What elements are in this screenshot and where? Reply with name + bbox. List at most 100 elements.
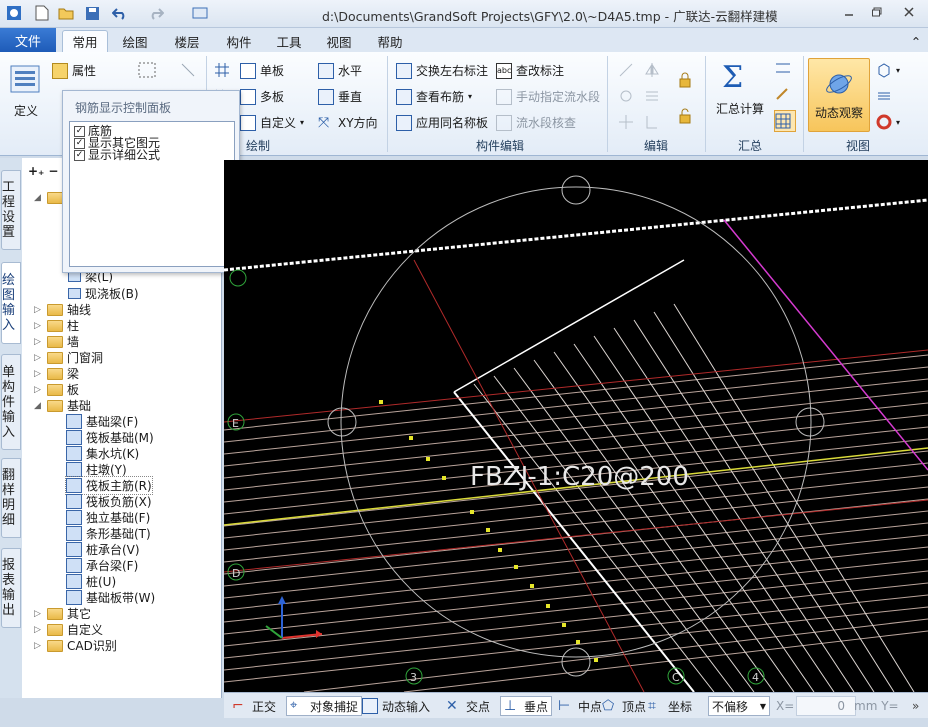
ribbon-expand-icon[interactable]: ⌃ bbox=[906, 30, 926, 52]
tree-root-folder[interactable]: ◢ bbox=[34, 192, 63, 204]
tree-item-foundation-beam[interactable]: 基础梁(F) bbox=[66, 413, 138, 430]
tree-folder-column[interactable]: ▷ 柱 bbox=[34, 317, 79, 334]
sigma-icon[interactable]: Σ bbox=[722, 60, 743, 95]
midpoint-button[interactable]: ⊢ 中点 bbox=[558, 696, 602, 716]
tab-component[interactable]: 构件 bbox=[218, 30, 260, 52]
checkbox-icon[interactable]: ✓ bbox=[74, 149, 85, 161]
grid-hash-icon[interactable] bbox=[214, 62, 230, 78]
tab-tools[interactable]: 工具 bbox=[268, 30, 310, 52]
tab-drawing-input[interactable]: 绘图输入 bbox=[1, 262, 21, 344]
tree-folder-foundation[interactable]: ◢ 基础 bbox=[34, 397, 91, 414]
manual-flow-button[interactable]: 手动指定流水段 bbox=[496, 88, 600, 105]
perpendicular-button[interactable]: ⊥ 垂点 bbox=[500, 696, 553, 716]
dynamic-input-button[interactable]: 动态输入 bbox=[362, 696, 430, 716]
minimize-icon[interactable] bbox=[838, 4, 860, 20]
tree-item-raft-main-rebar[interactable]: 筏板主筋(R) bbox=[65, 476, 153, 495]
custom-button[interactable]: 自定义 ▾ bbox=[240, 114, 304, 131]
tree-item-column-pier[interactable]: 柱墩(Y) bbox=[66, 461, 127, 478]
edit-tool-icon[interactable] bbox=[618, 62, 634, 78]
close-icon[interactable] bbox=[898, 4, 920, 20]
tree-item-raft-negative-rebar[interactable]: 筏板负筋(X) bbox=[66, 493, 152, 510]
apply-same-name-button[interactable]: 应用同名称板 bbox=[396, 114, 488, 131]
unlock-icon[interactable] bbox=[678, 108, 692, 124]
multi-slab-button[interactable]: 多板 bbox=[240, 88, 284, 105]
vertex-button[interactable]: ⬠ 顶点 bbox=[602, 696, 646, 716]
offset-select[interactable]: 不偏移 ▼ bbox=[708, 696, 770, 716]
select-icon[interactable] bbox=[138, 62, 156, 78]
color-wheel-icon[interactable]: ▾ bbox=[876, 114, 900, 130]
tree-folder-custom[interactable]: ▷ 自定义 bbox=[34, 621, 103, 638]
single-slab-button[interactable]: 单板 bbox=[240, 62, 284, 79]
tree-folder-door-window[interactable]: ▷ 门窗洞 bbox=[34, 349, 103, 366]
tab-view[interactable]: 视图 bbox=[318, 30, 360, 52]
define-button[interactable]: 定义 bbox=[14, 102, 38, 119]
redo-icon[interactable] bbox=[146, 4, 166, 22]
tree-toolbar[interactable]: +₊ − bbox=[28, 164, 58, 178]
tree-folder-axis[interactable]: ▷ 轴线 bbox=[34, 301, 91, 318]
tree-item-cap-beam[interactable]: 承台梁(F) bbox=[66, 557, 138, 574]
tree-item-strip-foundation[interactable]: 条形基础(T) bbox=[66, 525, 151, 542]
summary-calc-button[interactable]: 汇总计算 bbox=[716, 100, 764, 117]
option-show-formula[interactable]: ✓ 显示详细公式 bbox=[74, 149, 160, 161]
align-icon[interactable] bbox=[644, 88, 660, 104]
define-icon[interactable] bbox=[10, 64, 42, 94]
tab-floor[interactable]: 楼层 bbox=[166, 30, 208, 52]
tree-item-raft-foundation[interactable]: 筏板基础(M) bbox=[66, 429, 154, 446]
tree-folder-wall[interactable]: ▷ 墙 bbox=[34, 333, 79, 350]
restore-icon[interactable] bbox=[866, 4, 888, 20]
tree-folder-beam[interactable]: ▷ 梁 bbox=[34, 365, 79, 382]
x-input[interactable]: 0 bbox=[796, 696, 856, 716]
drawing-canvas[interactable]: FBZJ-1:C20@200 E D 3 4 C bbox=[224, 160, 928, 692]
orbit-handle-left[interactable] bbox=[327, 407, 357, 437]
ortho-button[interactable]: ⌐ 正交 bbox=[232, 696, 276, 716]
remove-icon[interactable]: − bbox=[48, 164, 58, 178]
tab-common[interactable]: 常用 bbox=[62, 30, 108, 52]
checkbox-icon[interactable]: ✓ bbox=[74, 137, 85, 149]
calc-formula-icon[interactable] bbox=[774, 60, 792, 76]
add-icon[interactable]: +₊ bbox=[28, 164, 44, 178]
arrow-icon[interactable] bbox=[180, 62, 196, 78]
new-file-icon[interactable] bbox=[32, 4, 52, 22]
open-folder-icon[interactable] bbox=[56, 4, 76, 22]
attribute-button[interactable]: 属性 bbox=[52, 62, 96, 79]
checkbox-icon[interactable]: ✓ bbox=[74, 125, 85, 137]
vertical-button[interactable]: 垂直 bbox=[318, 88, 362, 105]
xy-direction-button[interactable]: ⤧ XY方向 bbox=[318, 114, 378, 131]
tab-draw[interactable]: 绘图 bbox=[114, 30, 156, 52]
coordinate-button[interactable]: ⌗ 坐标 bbox=[648, 696, 692, 716]
tree-item-cast-slab[interactable]: 现浇板(B) bbox=[68, 285, 139, 302]
lock-icon[interactable] bbox=[678, 72, 692, 88]
tab-help[interactable]: 帮助 bbox=[369, 30, 411, 52]
tab-report-output[interactable]: 报表输出 bbox=[1, 548, 21, 628]
dynamic-view-button[interactable]: 动态观察 bbox=[808, 58, 870, 132]
tab-single-component-input[interactable]: 单构件输入 bbox=[1, 354, 21, 450]
orbit-handle-right[interactable] bbox=[795, 407, 825, 437]
tree-folder-cad[interactable]: ▷ CAD识别 bbox=[34, 637, 117, 654]
snap-button[interactable]: ⌖ 对象捕捉 bbox=[286, 696, 363, 716]
file-tab[interactable]: 文件 bbox=[0, 28, 56, 52]
extend-icon[interactable] bbox=[644, 114, 660, 130]
tree-item-sump[interactable]: 集水坑(K) bbox=[66, 445, 139, 462]
swap-lr-label-button[interactable]: 交换左右标注 bbox=[396, 62, 488, 79]
tree-item-pile[interactable]: 桩(U) bbox=[66, 573, 116, 590]
orbit-handle-top[interactable] bbox=[561, 175, 591, 205]
switch-icon[interactable] bbox=[190, 4, 210, 22]
layers-icon[interactable] bbox=[876, 88, 892, 104]
move-icon[interactable] bbox=[618, 114, 634, 130]
tree-item-isolated-foundation[interactable]: 独立基础(F) bbox=[66, 509, 150, 526]
tab-project-settings[interactable]: 工程设置 bbox=[1, 170, 21, 250]
tree-item-foundation-strip[interactable]: 基础板带(W) bbox=[66, 589, 155, 606]
check-label-button[interactable]: abc 查改标注 bbox=[496, 62, 564, 79]
tab-detail[interactable]: 翻样明细 bbox=[1, 458, 21, 538]
tree-folder-other[interactable]: ▷ 其它 bbox=[34, 605, 91, 622]
flow-check-button[interactable]: 流水段核查 bbox=[496, 114, 576, 131]
statusbar-more-icon[interactable]: » bbox=[912, 696, 919, 716]
rotate-icon[interactable] bbox=[618, 88, 634, 104]
tree-folder-slab[interactable]: ▷ 板 bbox=[34, 381, 79, 398]
intersection-button[interactable]: ✕ 交点 bbox=[446, 696, 490, 716]
table-grid-icon[interactable] bbox=[774, 110, 796, 132]
mirror-icon[interactable] bbox=[644, 62, 660, 78]
rebar-label[interactable]: FBZJ-1:C20@200 bbox=[470, 462, 689, 492]
view-cube-icon[interactable]: ▾ bbox=[876, 62, 900, 78]
pencil-icon[interactable] bbox=[774, 86, 792, 102]
